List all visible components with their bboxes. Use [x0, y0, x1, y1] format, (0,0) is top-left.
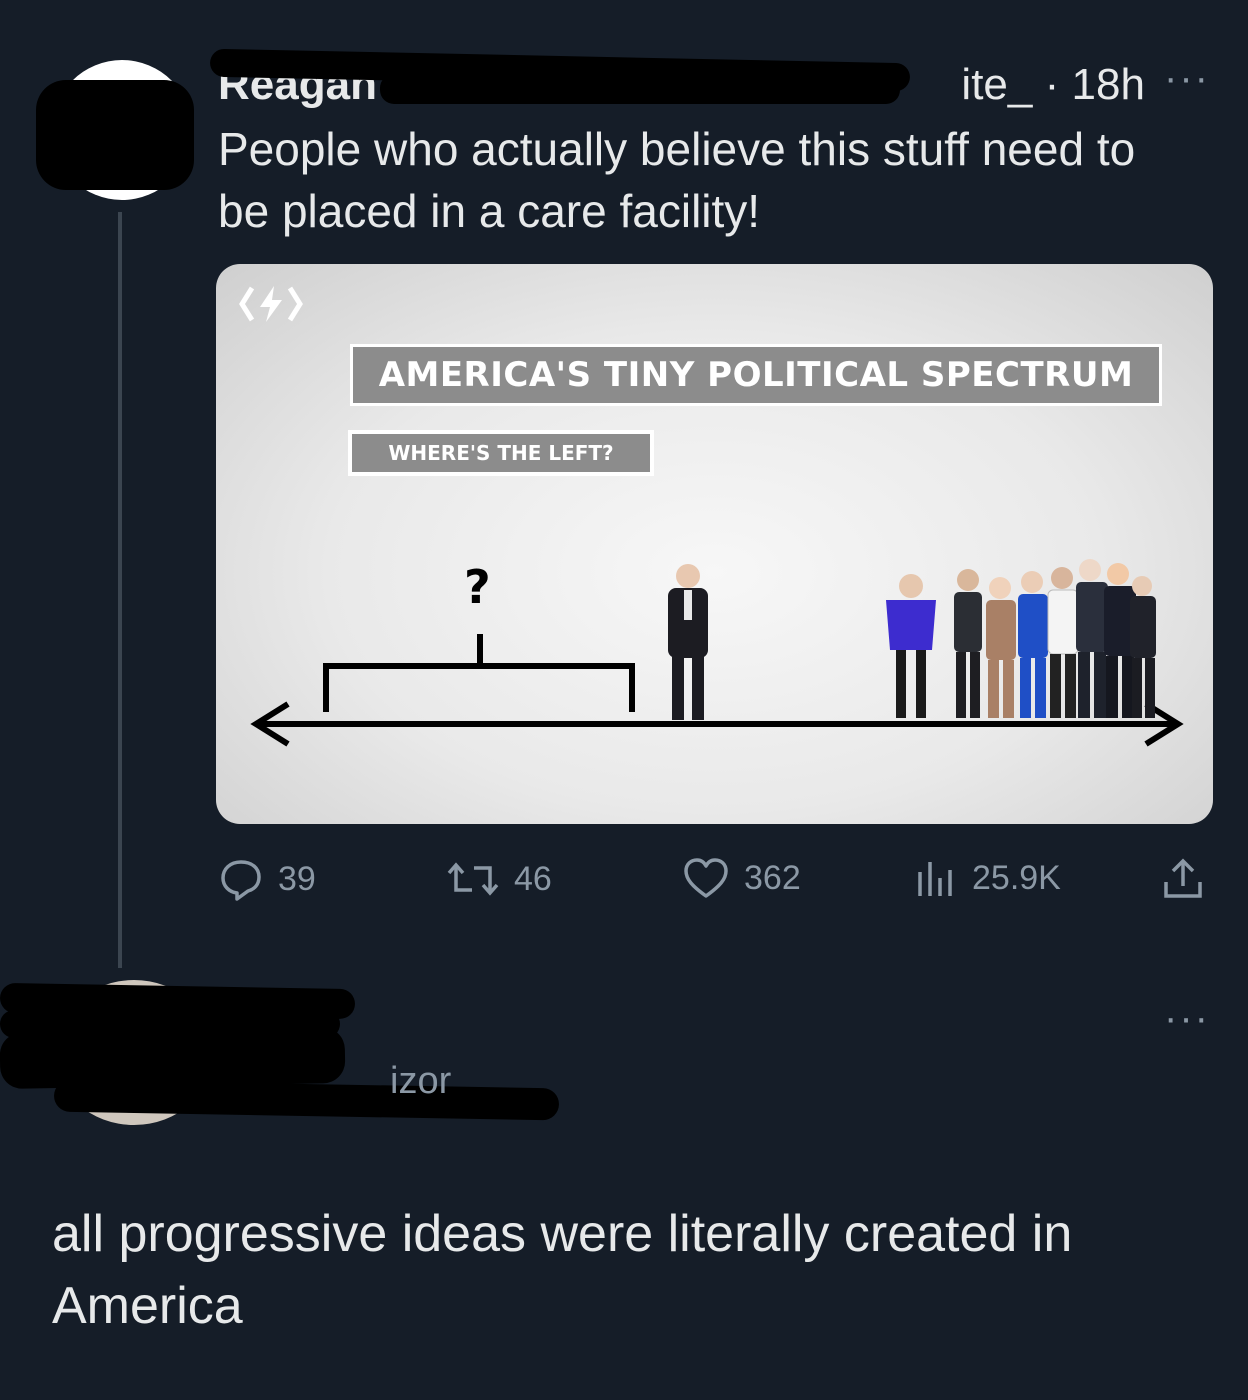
reply-icon [221, 860, 261, 901]
retweet-icon [447, 862, 499, 896]
more-options-icon[interactable]: ··· [1164, 56, 1210, 101]
redaction [0, 1026, 346, 1090]
view-count: 25.9K [972, 858, 1061, 897]
share-icon [1164, 858, 1202, 898]
reply-text: all progressive ideas were literally cre… [52, 1205, 1073, 1335]
politician-figure-center [668, 564, 708, 720]
politician-group-right [886, 559, 1156, 718]
separator-dot: · [1044, 60, 1060, 109]
empty-left-bracket [323, 663, 635, 712]
author-handle[interactable]: ite_ [961, 60, 1032, 109]
views-button[interactable]: 25.9K [914, 856, 1061, 900]
spectrum-illustration [250, 559, 1184, 747]
redaction [380, 74, 900, 104]
reply-more-options-icon[interactable]: ··· [1164, 996, 1210, 1041]
question-mark: ? [464, 560, 491, 614]
tweet-image[interactable]: AMERICA'S TINY POLITICAL SPECTRUM WHERE'… [216, 264, 1213, 824]
views-chart-icon [918, 862, 952, 896]
tweet-time[interactable]: 18h [1072, 60, 1145, 109]
reply-button[interactable]: 39 [218, 856, 316, 902]
share-button[interactable] [1160, 856, 1206, 902]
reply-count: 39 [278, 859, 316, 898]
reply-header-fragment: izor [390, 1060, 452, 1102]
retweet-button[interactable]: 46 [446, 856, 552, 902]
heart-icon [684, 858, 728, 898]
retweet-count: 46 [514, 859, 552, 898]
thread-connector-line [118, 212, 122, 968]
redaction [36, 80, 194, 190]
like-count: 362 [744, 858, 801, 897]
tweet-text: People who actually believe this stuff n… [218, 123, 1136, 237]
like-button[interactable]: 362 [682, 856, 801, 900]
